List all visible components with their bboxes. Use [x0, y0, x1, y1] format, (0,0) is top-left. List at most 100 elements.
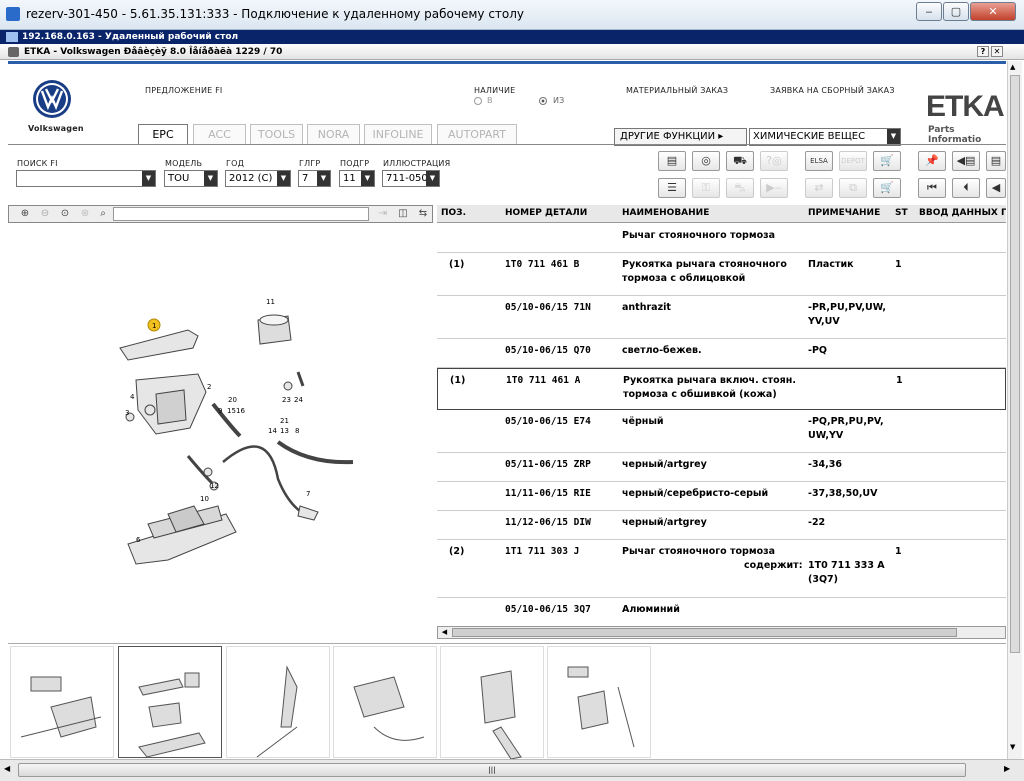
tab-autopart[interactable]: AUTOPART: [437, 124, 517, 144]
list-button[interactable]: ☰: [658, 178, 686, 198]
vscroll-thumb[interactable]: [1010, 75, 1020, 653]
zoom-out-button[interactable]: ⊖: [37, 207, 53, 221]
expand-button[interactable]: ⇆: [415, 207, 431, 221]
scroll-left-icon[interactable]: ◀: [439, 627, 450, 638]
etka-close-button[interactable]: ✕: [991, 46, 1003, 57]
col-part-number[interactable]: НОМЕР ДЕТАЛИ: [505, 208, 587, 218]
magnifier-button[interactable]: ⌕: [95, 207, 111, 221]
glgr-select[interactable]: 7 ▼: [298, 170, 331, 187]
cars-button[interactable]: ⛟: [726, 151, 754, 171]
pin-icon: 📌: [925, 154, 939, 167]
vertical-scrollbar[interactable]: ▲ ▼: [1007, 61, 1022, 759]
elsa-icon: ELSA: [810, 157, 828, 165]
depot-button[interactable]: DEPOT: [839, 151, 867, 171]
part-illustration[interactable]: 1 11 2 3 4 20 9 15 16 23 24 21 14 13 8 7…: [8, 224, 434, 640]
table-row[interactable]: 05/10-06/15 Q70 светло-бежев. -PQ: [437, 339, 1006, 368]
search-label: ПОИСК FI: [17, 159, 58, 168]
print-button[interactable]: ▤: [658, 151, 686, 171]
parking-brake-diagram: 1 11 2 3 4 20 9 15 16 23 24 21 14 13 8 7…: [119, 298, 354, 565]
table-row[interactable]: 05/10-06/15 71N anthrazit -PR,PU,PV,UW, …: [437, 296, 1006, 339]
table-row[interactable]: (1) 1T0 711 461 B Рукоятка рычага стояно…: [437, 253, 1006, 296]
cell-part-number: 05/10-06/15 71N: [505, 302, 591, 313]
forward-button[interactable]: ▶‒: [760, 178, 788, 198]
scroll-right-icon[interactable]: ▶: [1004, 764, 1010, 773]
rdp-connection-bar: 192.168.0.163 - Удаленный рабочий стол: [0, 30, 1024, 44]
table-row[interactable]: 05/10-06/15 E74 чёрный -PQ,PR,PU,PV, UW,…: [437, 410, 1006, 453]
callout-11: 11: [266, 298, 275, 306]
zoom-fit-button[interactable]: ⊙: [57, 207, 73, 221]
availability-radio-from[interactable]: [539, 97, 547, 105]
dock-button[interactable]: ⇥: [375, 207, 391, 221]
vw-logo: [33, 80, 71, 118]
grid-horizontal-scrollbar[interactable]: ◀: [437, 626, 1006, 639]
table-row[interactable]: 11/12-06/15 DIW черный/artgrey -22: [437, 511, 1006, 540]
copy-button[interactable]: ⧉: [839, 178, 867, 198]
minimize-button[interactable]: ‒: [916, 2, 942, 21]
col-pos[interactable]: ПОЗ.: [441, 208, 466, 218]
illustration-toolbar: ⊕ ⊖ ⊙ ⊛ ⌕ ⇥ ◫ ⇆: [8, 205, 433, 223]
callout-6: 6: [136, 536, 141, 544]
outer-horizontal-scrollbar[interactable]: ◀ ||| ▶: [0, 759, 1024, 781]
col-data-entry[interactable]: ВВОД ДАННЫХ П: [919, 208, 1006, 218]
first-button[interactable]: ⏮: [918, 178, 946, 198]
availability-radio-in[interactable]: [474, 97, 482, 105]
back-button[interactable]: ◀: [986, 178, 1006, 198]
key-button[interactable]: ⚿: [692, 178, 720, 198]
model-select[interactable]: TOU ▼: [164, 170, 218, 187]
assembly-order-link[interactable]: ЗАЯВКА НА СБОРНЫЙ ЗАКАЗ: [770, 86, 895, 95]
prev-page-button[interactable]: ◀▤: [952, 151, 980, 171]
table-row[interactable]: 05/11-06/15 ZRP черный/artgrey -34,36: [437, 453, 1006, 482]
split-button[interactable]: ◫: [395, 207, 411, 221]
scroll-thumb[interactable]: [452, 628, 957, 637]
offer-link[interactable]: ПРЕДЛОЖЕНИЕ FI: [145, 86, 223, 95]
table-row[interactable]: Рычаг стояночного тормоза: [437, 224, 1006, 253]
thumbnail-5[interactable]: [440, 646, 544, 760]
scroll-left-icon[interactable]: ◀: [4, 764, 10, 773]
scroll-down-icon[interactable]: ▼: [1010, 743, 1015, 751]
vehicle-button[interactable]: ⛍: [726, 178, 754, 198]
tab-nora[interactable]: NORA: [307, 124, 360, 144]
tab-tools[interactable]: TOOLS: [250, 124, 303, 144]
table-row[interactable]: 11/11-06/15 RIE черный/серебристо-серый …: [437, 482, 1006, 511]
help-button[interactable]: ?: [977, 46, 989, 57]
thumbnail-6[interactable]: [547, 646, 651, 758]
disc-button[interactable]: ◎: [692, 151, 720, 171]
podgr-select[interactable]: 11 ▼: [339, 170, 375, 187]
cart-add-button[interactable]: 🛒: [873, 178, 901, 198]
year-select[interactable]: 2012 (C) ▼: [225, 170, 291, 187]
callout-7: 7: [306, 490, 310, 498]
material-order-link[interactable]: МАТЕРИАЛЬНЫЙ ЗАКАЗ: [626, 86, 728, 95]
prev-button[interactable]: ⏴: [952, 178, 980, 198]
thumbnail-3[interactable]: [226, 646, 330, 758]
transfer-button[interactable]: ⇄: [805, 178, 833, 198]
tab-epc[interactable]: EPC: [138, 124, 188, 145]
tab-infoline[interactable]: INFOLINE: [364, 124, 432, 144]
search-help-button[interactable]: ?◎: [760, 151, 788, 171]
close-button[interactable]: ✕: [970, 2, 1016, 21]
illustration-select[interactable]: 711-050 ▼: [382, 170, 440, 187]
table-row[interactable]: (2) 1T1 711 303 J Рычаг стояночного торм…: [437, 540, 1006, 598]
scroll-up-icon[interactable]: ▲: [1010, 63, 1015, 71]
elsa-button[interactable]: ELSA: [805, 151, 833, 171]
pin-button[interactable]: 📌: [918, 151, 946, 171]
cell-contains-label: содержит:: [744, 560, 803, 571]
callout-10: 10: [200, 495, 209, 503]
thumbnail-2-selected[interactable]: [118, 646, 222, 758]
tab-acc[interactable]: ACC: [193, 124, 246, 144]
col-note[interactable]: ПРИМЕЧАНИЕ: [808, 208, 880, 218]
cart-button[interactable]: 🛒: [873, 151, 901, 171]
maximize-button[interactable]: ▢: [943, 2, 969, 21]
zoom-in-button[interactable]: ⊕: [17, 207, 33, 221]
search-fi-input[interactable]: ▼: [16, 170, 156, 187]
col-name[interactable]: НАИМЕНОВАНИЕ: [622, 208, 709, 218]
zoom-area-button[interactable]: ⊛: [77, 207, 93, 221]
col-st[interactable]: ST: [895, 208, 908, 218]
thumbnail-4[interactable]: [333, 646, 437, 758]
illustration-search-input[interactable]: [113, 207, 369, 221]
cell-note: -34,36: [808, 459, 842, 470]
outer-scroll-thumb[interactable]: |||: [18, 763, 966, 777]
table-row-selected[interactable]: (1) 1T0 711 461 A Рукоятка рычага включ.…: [437, 368, 1006, 410]
page-button[interactable]: ▤: [986, 151, 1006, 171]
thumbnail-1[interactable]: [10, 646, 114, 758]
table-row[interactable]: 05/10-06/15 3Q7 Алюминий: [437, 598, 1006, 625]
